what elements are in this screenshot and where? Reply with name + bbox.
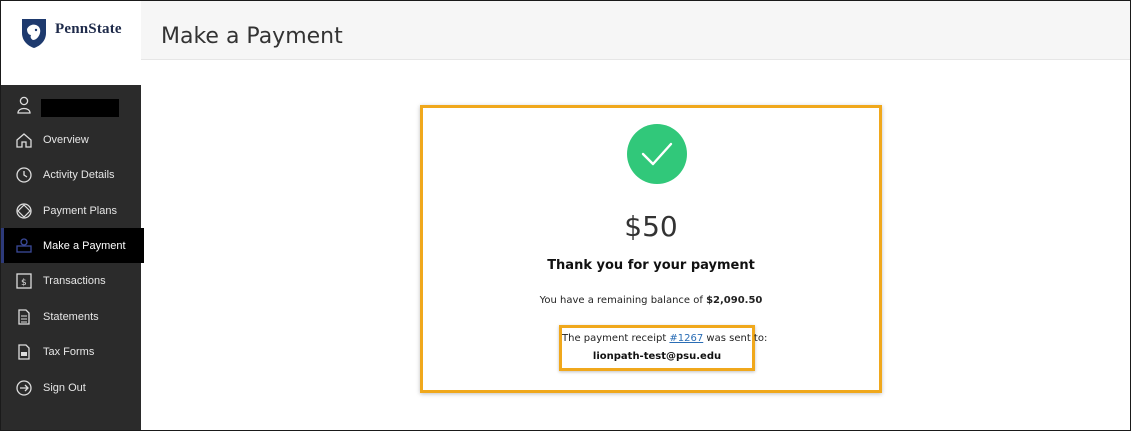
penn-state-shield-icon [22, 19, 46, 48]
home-icon [14, 130, 34, 150]
receipt-line: The payment receipt #1267 was sent to: [562, 333, 767, 344]
sidebar-item-activity-details[interactable]: Activity Details [1, 157, 141, 192]
balance-prefix: You have a remaining balance of [539, 295, 707, 306]
sidebar-item-sign-out[interactable]: Sign Out [1, 370, 141, 405]
document-icon [14, 307, 34, 327]
sidebar-item-overview[interactable]: Overview [1, 122, 141, 157]
plans-icon [14, 201, 34, 221]
receipt-prefix: The payment receipt [562, 333, 670, 344]
receipt-info-box: The payment receipt #1267 was sent to: l… [559, 325, 767, 371]
page-title: Make a Payment [161, 23, 343, 49]
payment-amount: $50 [624, 210, 678, 243]
sidebar-item-label: Payment Plans [43, 204, 117, 217]
sidebar-item-tax-forms[interactable]: Tax Forms [1, 334, 141, 369]
receipt-email: lionpath-test@psu.edu [592, 351, 722, 362]
receipt-number-link[interactable]: #1267 [669, 333, 703, 344]
sidebar-item-label: Make a Payment [43, 239, 126, 252]
sidebar-item-transactions[interactable]: $ Transactions [1, 263, 141, 298]
sign-out-icon [14, 378, 34, 398]
sidebar-item-label: Sign Out [43, 381, 86, 394]
page-header: Make a Payment [141, 1, 1130, 60]
sidebar-item-payment-plans[interactable]: Payment Plans [1, 193, 141, 228]
user-icon [14, 95, 34, 115]
redacted-username [41, 99, 119, 117]
sidebar: Overview Activity Details Payment Plans … [1, 85, 144, 430]
sidebar-item-statements[interactable]: Statements [1, 299, 141, 334]
app-frame: PennState Overview Activity Details Paym… [0, 0, 1131, 431]
sidebar-item-label: Tax Forms [43, 345, 95, 358]
receipt-suffix: was sent to: [703, 333, 768, 344]
sidebar-item-label: Transactions [43, 274, 106, 287]
logo-area[interactable]: PennState [1, 1, 141, 85]
clock-icon [14, 165, 34, 185]
sidebar-item-make-a-payment[interactable]: Make a Payment [1, 228, 144, 263]
tax-form-icon [14, 342, 34, 362]
payment-confirmation-card: $50 Thank you for your payment You have … [420, 105, 882, 393]
svg-text:$: $ [21, 278, 27, 288]
sidebar-item-label: Activity Details [43, 168, 115, 181]
sidebar-item-label: Statements [43, 310, 99, 323]
user-profile[interactable] [1, 87, 141, 122]
sidebar-item-label: Overview [43, 133, 89, 146]
success-check-icon [627, 124, 687, 184]
payment-icon [14, 236, 34, 256]
brand-name: PennState [55, 21, 122, 37]
balance-value: $2,090.50 [706, 295, 763, 306]
remaining-balance: You have a remaining balance of $2,090.5… [423, 295, 879, 306]
thank-you-message: Thank you for your payment [547, 258, 755, 273]
dollar-icon: $ [14, 271, 34, 291]
